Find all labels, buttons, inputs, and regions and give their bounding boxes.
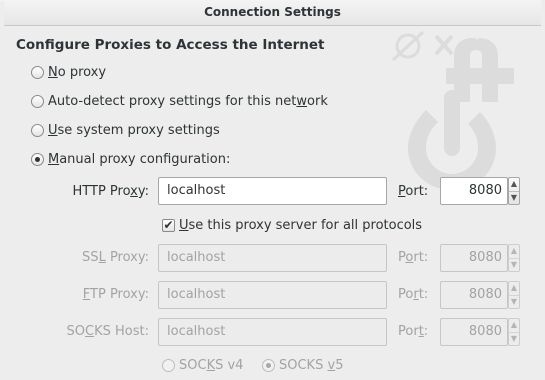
radio-auto-detect[interactable]: Auto-detect proxy settings for this netw… bbox=[31, 92, 328, 110]
radio-manual-proxy-label: Manual proxy configuration: bbox=[48, 151, 231, 167]
window-titlebar: Connection Settings bbox=[0, 0, 545, 26]
radio-system-proxy-label: Use system proxy settings bbox=[48, 122, 220, 138]
radio-indicator[interactable] bbox=[31, 94, 44, 108]
stepper-down-icon[interactable]: ▼ bbox=[509, 258, 519, 271]
radio-socks-v5[interactable]: SOCKS v5 bbox=[262, 356, 343, 374]
ftp-proxy-label: FTP Proxy: bbox=[82, 287, 149, 302]
stepper-down-icon[interactable]: ▼ bbox=[509, 295, 519, 308]
use-for-all-protocols-checkbox[interactable]: ✔ Use this proxy server for all protocol… bbox=[162, 216, 422, 234]
socks-host-label: SOCKS Host: bbox=[66, 324, 149, 339]
radio-indicator[interactable] bbox=[31, 152, 44, 166]
stepper-up-icon[interactable]: ▲ bbox=[509, 319, 519, 332]
window-title: Connection Settings bbox=[204, 5, 341, 19]
stepper-up-icon[interactable]: ▲ bbox=[509, 282, 519, 295]
stepper-up-icon[interactable]: ▲ bbox=[509, 178, 519, 191]
socks-port-input[interactable]: 8080 bbox=[440, 318, 508, 346]
socks-port-stepper[interactable]: ▲ ▼ bbox=[508, 318, 520, 346]
radio-no-proxy-label: No proxy bbox=[48, 64, 107, 80]
http-proxy-label: HTTP Proxy: bbox=[72, 184, 149, 199]
socks-port-label: Port: bbox=[398, 324, 429, 339]
http-port-label: Port: bbox=[398, 184, 429, 199]
ssl-proxy-input[interactable]: localhost bbox=[158, 244, 387, 272]
socks-host-input[interactable]: localhost bbox=[158, 318, 387, 346]
stepper-down-icon[interactable]: ▼ bbox=[509, 332, 519, 345]
ssl-port-stepper[interactable]: ▲ ▼ bbox=[508, 244, 520, 272]
http-port-stepper[interactable]: ▲ ▼ bbox=[508, 177, 520, 205]
use-for-all-protocols-label: Use this proxy server for all protocols bbox=[179, 217, 423, 233]
radio-indicator[interactable] bbox=[162, 358, 175, 372]
radio-indicator[interactable] bbox=[31, 123, 44, 137]
radio-indicator[interactable] bbox=[262, 358, 275, 372]
section-title: Configure Proxies to Access the Internet bbox=[16, 37, 325, 53]
stepper-up-icon[interactable]: ▲ bbox=[509, 245, 519, 258]
radio-indicator[interactable] bbox=[31, 65, 44, 79]
radio-auto-detect-label: Auto-detect proxy settings for this netw… bbox=[48, 93, 328, 109]
stepper-down-icon[interactable]: ▼ bbox=[509, 191, 519, 204]
ftp-proxy-input[interactable]: localhost bbox=[158, 281, 387, 309]
radio-system-proxy[interactable]: Use system proxy settings bbox=[31, 121, 220, 139]
http-port-input[interactable]: 8080 bbox=[440, 177, 508, 205]
network-logo-icon bbox=[391, 30, 514, 190]
ftp-port-input[interactable]: 8080 bbox=[440, 281, 508, 309]
http-proxy-input[interactable]: localhost bbox=[158, 177, 387, 205]
checkbox-indicator[interactable]: ✔ bbox=[162, 218, 175, 232]
ftp-port-label: Port: bbox=[398, 287, 429, 302]
ftp-port-stepper[interactable]: ▲ ▼ bbox=[508, 281, 520, 309]
ssl-port-input[interactable]: 8080 bbox=[440, 244, 508, 272]
ssl-port-label: Port: bbox=[398, 250, 429, 265]
ssl-proxy-label: SSL Proxy: bbox=[82, 250, 149, 265]
radio-no-proxy[interactable]: No proxy bbox=[31, 63, 106, 81]
radio-socks-v4[interactable]: SOCKS v4 bbox=[162, 356, 243, 374]
radio-socks-v4-label: SOCKS v4 bbox=[179, 357, 244, 373]
radio-manual-proxy[interactable]: Manual proxy configuration: bbox=[31, 150, 230, 168]
radio-socks-v5-label: SOCKS v5 bbox=[279, 357, 344, 373]
